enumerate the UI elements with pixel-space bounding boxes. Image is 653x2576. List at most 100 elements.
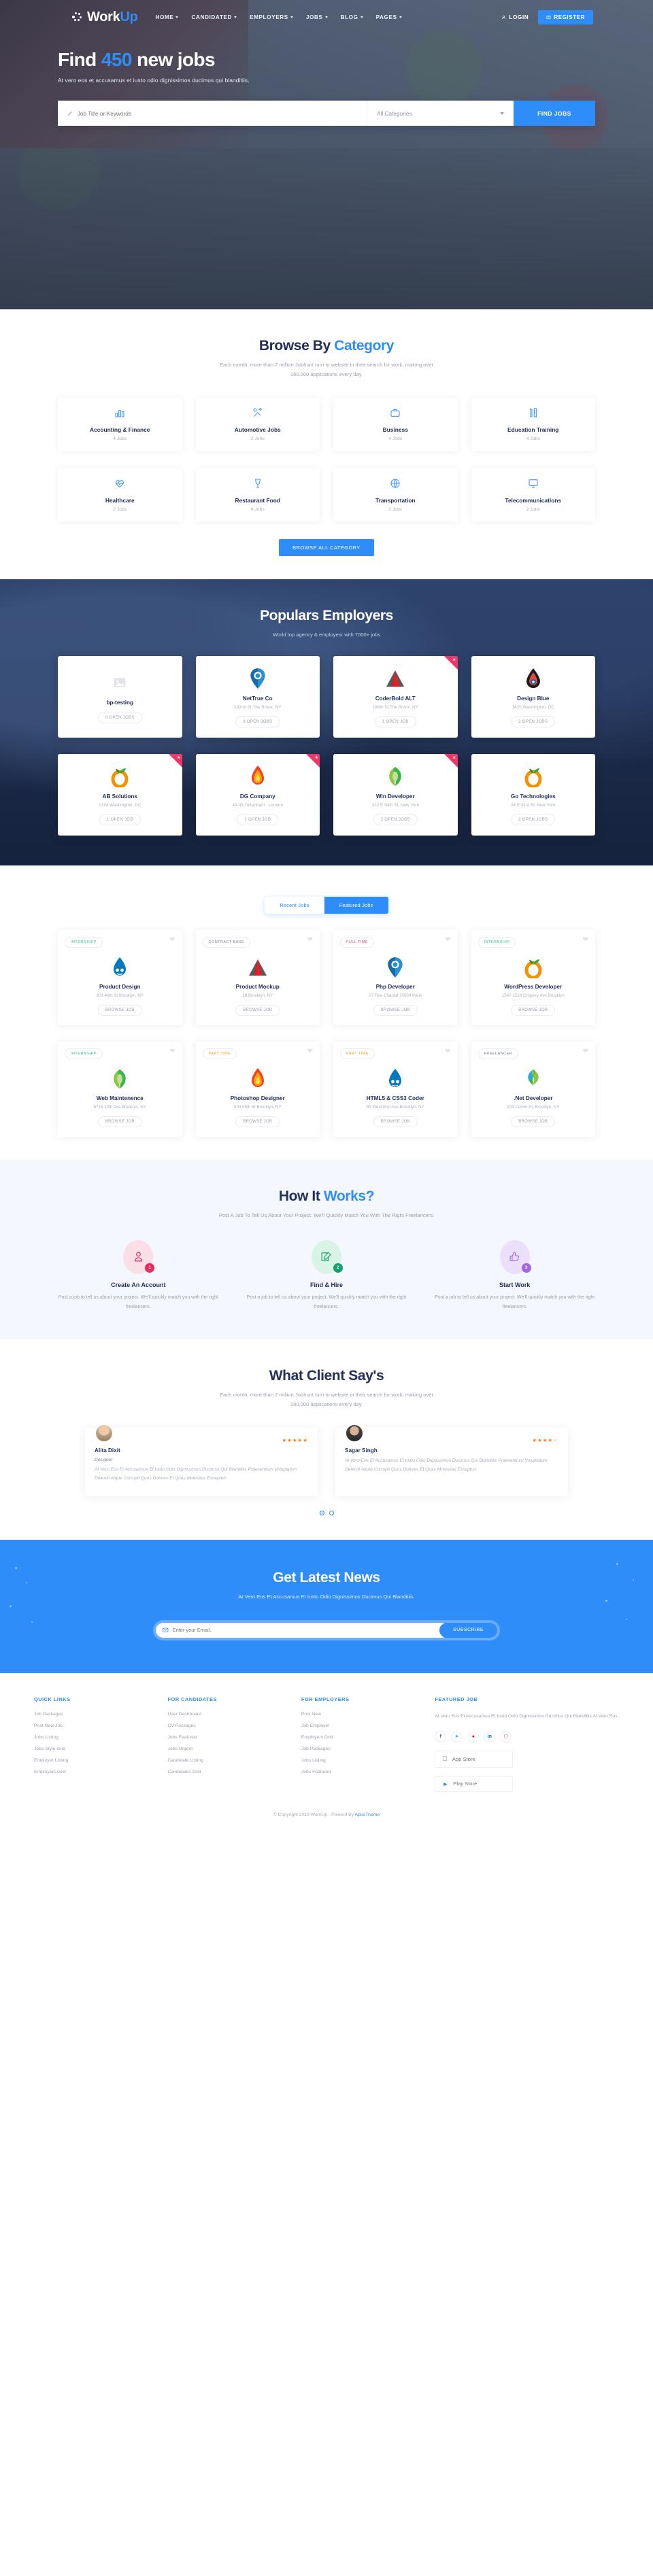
- nav-item-candidated[interactable]: CANDIDATED: [191, 14, 237, 20]
- jobs-section: Recent Jobs Featured Jobs INTERNSHIP ❤ P…: [0, 865, 653, 1137]
- browse-job-button[interactable]: BROWSE JOB: [97, 1005, 142, 1016]
- login-button[interactable]: LOGIN: [501, 14, 529, 20]
- category-select[interactable]: All Categories: [367, 101, 514, 126]
- heart-icon[interactable]: ❤: [583, 937, 588, 944]
- browse-job-button[interactable]: BROWSE JOB: [511, 1116, 556, 1128]
- step-number-badge: 3: [521, 1263, 531, 1273]
- placeholder-image-icon: [112, 671, 127, 694]
- register-button[interactable]: REGISTER: [538, 10, 593, 24]
- job-card[interactable]: FREELANCER ❤ .Net Developer 105 Corbin P…: [471, 1042, 595, 1137]
- job-card[interactable]: PART TIME ❤ Photoshop Designer 933 55th …: [195, 1042, 320, 1137]
- jobs-tabs: Recent Jobs Featured Jobs: [58, 897, 595, 914]
- app-store-button[interactable]:  App Store: [435, 1750, 514, 1768]
- footer-link[interactable]: CV Packages: [167, 1723, 290, 1728]
- footer-link[interactable]: Post New: [301, 1712, 424, 1717]
- browse-job-button[interactable]: BROWSE JOB: [235, 1116, 280, 1128]
- employer-name: Design Blue: [517, 695, 550, 702]
- heart-icon[interactable]: ❤: [169, 937, 175, 944]
- nav-item-jobs[interactable]: JOBS: [306, 14, 328, 20]
- subscribe-button[interactable]: SUBSCRIBE: [439, 1622, 497, 1638]
- footer-link[interactable]: Jobs Featured: [301, 1770, 424, 1774]
- heart-icon[interactable]: ❤: [445, 1048, 450, 1055]
- category-card[interactable]: Transportation 2 Jobs: [333, 468, 458, 521]
- footer-link[interactable]: Jobs Listing: [301, 1758, 424, 1763]
- email-input[interactable]: [172, 1627, 443, 1634]
- how-subtitle: Post A Job To Tell Us About Your Project…: [218, 1212, 435, 1219]
- tab-featured-jobs[interactable]: Featured Jobs: [324, 897, 388, 914]
- browse-job-button[interactable]: BROWSE JOB: [97, 1116, 142, 1128]
- browse-job-button[interactable]: BROWSE JOB: [235, 1005, 280, 1016]
- job-card[interactable]: CONTRACT BASE ❤ Product Mockup 18 Brookl…: [195, 930, 320, 1026]
- employer-card[interactable]: Design Blue 1435 Washington, DC 2 OPEN J…: [471, 656, 595, 738]
- job-card[interactable]: INTERNSHIP ❤ WordPress Developer 1547-15…: [471, 930, 595, 1026]
- category-card[interactable]: Telecommunications 2 Jobs: [471, 468, 595, 521]
- footer-link[interactable]: Employers Grid: [301, 1735, 424, 1740]
- instagram-icon[interactable]: ▢: [500, 1730, 512, 1742]
- footer-link[interactable]: Jobs Style Grid: [34, 1747, 156, 1751]
- footer-link[interactable]: Candidate Listing: [167, 1758, 290, 1763]
- linkedin-icon[interactable]: in: [484, 1730, 496, 1742]
- heart-icon[interactable]: ❤: [307, 937, 313, 944]
- site-header: WorkUp HOME CANDIDATED EMPLOYERS JOBS BL…: [0, 0, 653, 34]
- footer-link[interactable]: Post New Job: [34, 1723, 156, 1728]
- site-footer: QUICK LINKS Job Packages Post New Job Jo…: [0, 1672, 653, 1835]
- footer-link[interactable]: User Dashboard: [167, 1712, 290, 1717]
- category-card[interactable]: Education Training 4 Jobs: [471, 397, 595, 451]
- apustheme-link[interactable]: ApusTheme: [355, 1813, 380, 1817]
- twitter-icon[interactable]: ➤: [451, 1730, 463, 1742]
- category-card[interactable]: Accounting & Finance 4 Jobs: [58, 397, 182, 451]
- search-field-wrapper[interactable]: [58, 101, 367, 126]
- category-card[interactable]: Restaurant Food 4 Jobs: [195, 468, 320, 521]
- category-card[interactable]: Automotive Jobs 2 Jobs: [195, 397, 320, 451]
- footer-link[interactable]: Jobs Urgent: [167, 1747, 290, 1751]
- employer-card[interactable]: bp-testing 0 OPEN JOBS: [58, 656, 182, 738]
- newsletter-input-wrapper[interactable]: [156, 1622, 450, 1638]
- nav-item-home[interactable]: HOME: [156, 14, 179, 20]
- browse-all-category-button[interactable]: BROWSE ALL CATEGORY: [279, 538, 374, 556]
- employer-card[interactable]: ★ Win Developer 312 E 94th St, New York …: [333, 754, 458, 836]
- heart-icon[interactable]: ❤: [169, 1048, 175, 1055]
- browse-job-button[interactable]: BROWSE JOB: [511, 1005, 556, 1016]
- find-jobs-button[interactable]: FIND JOBS: [514, 101, 595, 126]
- footer-link[interactable]: Employers Grid: [34, 1770, 156, 1774]
- browse-job-button[interactable]: BROWSE JOB: [373, 1116, 418, 1128]
- job-card[interactable]: INTERNSHIP ❤ Web Maintenence 6716 10th A…: [58, 1042, 182, 1137]
- category-name: Restaurant Food: [235, 496, 281, 504]
- employer-card[interactable]: NetTrue Co 182nd St The Bronx, NY 3 OPEN…: [195, 656, 320, 738]
- job-card[interactable]: INTERNSHIP ❤ Product Design 803 46th St …: [58, 930, 182, 1026]
- job-card[interactable]: PART TIME ❤ HTML5 & CSS3 Coder 60 West E…: [333, 1042, 458, 1137]
- carousel-dot[interactable]: [329, 1511, 334, 1516]
- pinterest-icon[interactable]: ●: [467, 1730, 480, 1742]
- employer-card[interactable]: ★ DG Company 43-49 Tottenham , London 1 …: [195, 754, 320, 836]
- app-store-label: App Store: [447, 1755, 475, 1762]
- employer-card[interactable]: Go Technologies 34 E 81st St, New York 2…: [471, 754, 595, 836]
- brand-logo[interactable]: WorkUp: [72, 10, 138, 25]
- footer-link[interactable]: Employer Listing: [34, 1758, 156, 1763]
- nav-item-blog[interactable]: BLOG: [341, 14, 363, 20]
- category-card[interactable]: Business 4 Jobs: [333, 397, 458, 451]
- employer-card[interactable]: ★ AB Solutions 1334 Washington, DC 1 OPE…: [58, 754, 182, 836]
- tab-recent-jobs[interactable]: Recent Jobs: [265, 897, 324, 914]
- footer-link[interactable]: Candidates Grid: [167, 1770, 290, 1774]
- job-card[interactable]: FULL TIME ❤ Php Developer 27 Rue Chaptal…: [333, 930, 458, 1026]
- footer-link[interactable]: Jobs Featured: [167, 1735, 290, 1740]
- category-card[interactable]: Healthcare 2 Jobs: [58, 468, 182, 521]
- heart-icon[interactable]: ❤: [445, 937, 450, 944]
- carousel-dot-active[interactable]: [319, 1511, 324, 1516]
- heart-icon[interactable]: ❤: [307, 1048, 313, 1055]
- footer-link[interactable]: Job Packages: [301, 1747, 424, 1751]
- nav-item-pages[interactable]: PAGES: [376, 14, 402, 20]
- testimonial-role: Designer: [95, 1457, 113, 1462]
- play-store-button[interactable]: ► Play Store: [435, 1775, 514, 1792]
- nav-item-employers[interactable]: EMPLOYERS: [250, 14, 293, 20]
- browse-job-button[interactable]: BROWSE JOB: [373, 1005, 418, 1016]
- footer-link[interactable]: Job Packages: [34, 1712, 156, 1717]
- search-input[interactable]: [77, 109, 357, 117]
- employer-open-jobs: 1 OPEN JOB: [374, 715, 416, 727]
- employer-card[interactable]: ★ CoderBold ALT 188th St The Bronx, NY 1…: [333, 656, 458, 738]
- footer-link[interactable]: Job Employer: [301, 1723, 424, 1728]
- facebook-icon[interactable]: f: [435, 1730, 447, 1742]
- heart-icon[interactable]: ❤: [583, 1048, 588, 1055]
- footer-link[interactable]: Jobs Listing: [34, 1735, 156, 1740]
- testimonial-name: Sagar Singh: [345, 1447, 378, 1454]
